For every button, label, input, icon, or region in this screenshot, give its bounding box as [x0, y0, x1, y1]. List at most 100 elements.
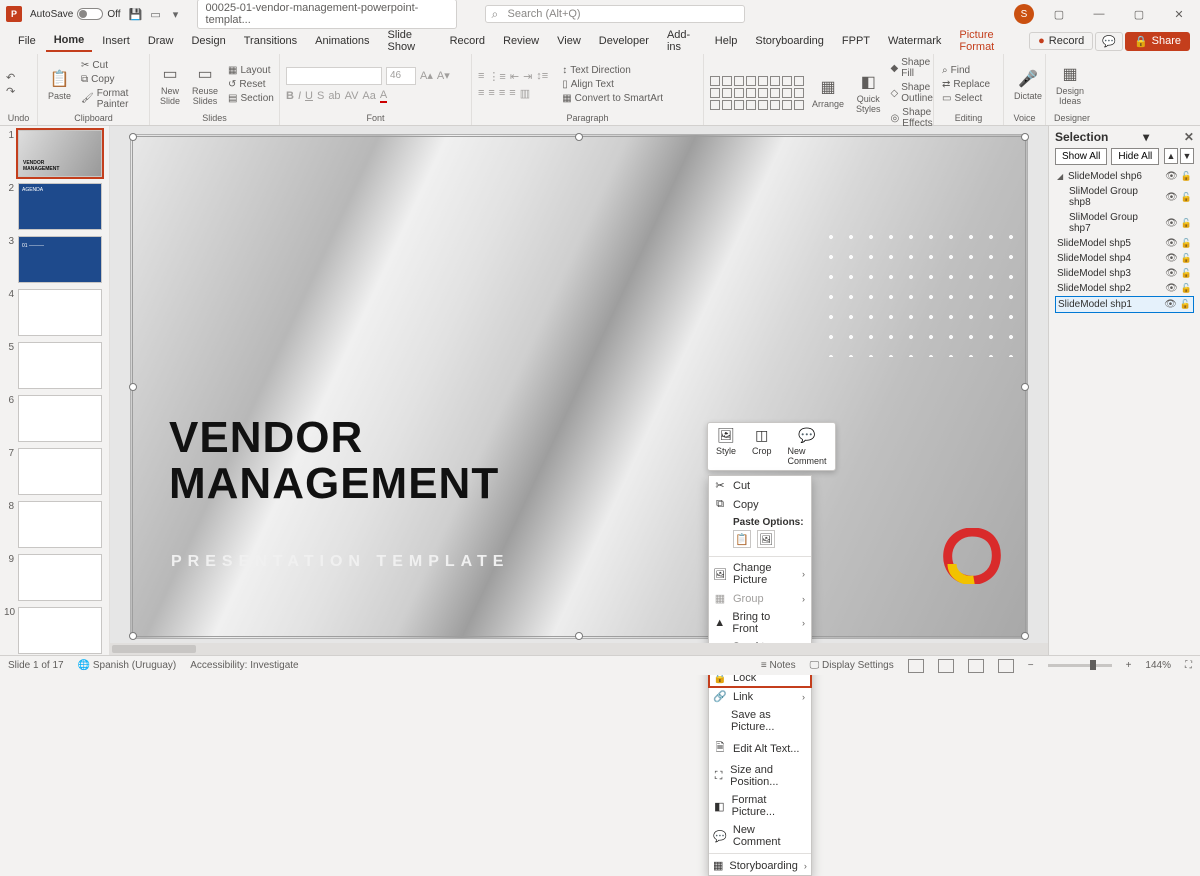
display-settings-button[interactable]: 🖵 Display Settings [810, 660, 894, 671]
lock-icon[interactable]: 🔓 [1181, 218, 1192, 229]
ctx-new-comment[interactable]: 💬New Comment [709, 821, 811, 851]
paste-picture-icon[interactable]: 🖼 [757, 530, 775, 548]
share-button[interactable]: 🔒Share [1125, 32, 1190, 51]
sorter-view-icon[interactable] [938, 659, 954, 673]
lock-icon[interactable]: 🔓 [1181, 192, 1192, 203]
tab-developer[interactable]: Developer [591, 31, 657, 51]
select-button[interactable]: ▭Select [940, 92, 992, 105]
paste-keep-formatting-icon[interactable]: 📋 [733, 530, 751, 548]
accessibility-status[interactable]: Accessibility: Investigate [190, 660, 298, 671]
italic-icon[interactable]: I [298, 90, 301, 102]
maximize-icon[interactable]: ▢ [1124, 8, 1154, 21]
design-ideas-button[interactable]: ▦Design Ideas [1052, 62, 1088, 108]
columns-icon[interactable]: ▥ [520, 87, 530, 100]
copy-button[interactable]: ⧉Copy [79, 73, 143, 86]
underline-icon[interactable]: U [305, 90, 313, 102]
bullets-icon[interactable]: ≡ [478, 70, 484, 82]
search-input[interactable]: Search (Alt+Q) [485, 5, 745, 23]
format-painter-button[interactable]: 🖌Format Painter [79, 87, 143, 111]
visibility-icon[interactable]: 👁 [1165, 283, 1178, 294]
numbering-icon[interactable]: ⋮≡ [488, 70, 505, 83]
thumbnail-10[interactable] [18, 607, 102, 654]
dictate-button[interactable]: 🎤Dictate [1010, 67, 1046, 103]
lock-icon[interactable]: 🔓 [1181, 268, 1192, 279]
tab-animations[interactable]: Animations [307, 31, 377, 51]
selection-item[interactable]: SlideModel shp1👁🔓 [1055, 296, 1194, 313]
close-pane-icon[interactable]: ✕ [1184, 130, 1194, 144]
reuse-slides-button[interactable]: ▭Reuse Slides [188, 62, 222, 108]
ctx-storyboarding[interactable]: ▦Storyboarding› [709, 856, 811, 875]
ctx-cut[interactable]: ✂Cut [709, 476, 811, 495]
selection-item[interactable]: SliModel Group shp7👁🔓 [1055, 210, 1194, 236]
ctx-edit-alt-text[interactable]: 🗎Edit Alt Text... [709, 736, 811, 761]
fit-to-window-icon[interactable]: ⛶ [1185, 660, 1192, 671]
quick-styles-button[interactable]: ◧Quick Styles [852, 70, 885, 116]
cut-button[interactable]: ✂Cut [79, 59, 143, 72]
visibility-icon[interactable]: 👁 [1165, 253, 1178, 264]
font-color-icon[interactable]: A [380, 89, 387, 103]
tab-transitions[interactable]: Transitions [236, 31, 305, 51]
thumbnail-2[interactable]: AGENDA [18, 183, 102, 230]
smartart-button[interactable]: ▦Convert to SmartArt [560, 92, 665, 105]
thumbnail-6[interactable] [18, 395, 102, 442]
paste-button[interactable]: 📋Paste [44, 67, 75, 103]
thumbnail-3[interactable]: 01 ——— [18, 236, 102, 283]
visibility-icon[interactable]: 👁 [1165, 192, 1178, 203]
tab-record[interactable]: Record [442, 31, 493, 51]
selection-item[interactable]: SlideModel shp2👁🔓 [1055, 281, 1194, 296]
new-slide-button[interactable]: ▭New Slide [156, 62, 184, 108]
selection-item[interactable]: SlideModel shp5👁🔓 [1055, 236, 1194, 251]
justify-icon[interactable]: ≡ [509, 87, 515, 99]
visibility-icon[interactable]: 👁 [1164, 299, 1177, 310]
ctx-save-as-picture[interactable]: Save as Picture... [709, 706, 811, 736]
align-center-icon[interactable]: ≡ [488, 87, 494, 99]
decrease-font-icon[interactable]: A▾ [437, 69, 450, 82]
shadow-icon[interactable]: ab [328, 90, 340, 102]
comments-button[interactable]: 💬 [1095, 32, 1123, 51]
line-spacing-icon[interactable]: ↕≡ [536, 70, 548, 82]
thumbnail-4[interactable] [18, 289, 102, 336]
redo-icon[interactable]: ↷ [6, 85, 15, 98]
record-button[interactable]: ●Record [1029, 32, 1093, 50]
save-icon[interactable]: 💾 [129, 7, 143, 21]
move-down-icon[interactable]: ▼ [1180, 148, 1194, 164]
ctx-change-picture[interactable]: 🖼Change Picture› [709, 559, 811, 589]
align-left-icon[interactable]: ≡ [478, 87, 484, 99]
tab-picture-format[interactable]: Picture Format [951, 25, 1025, 57]
language-status[interactable]: 🌐 Spanish (Uruguay) [78, 660, 177, 671]
tab-addins[interactable]: Add-ins [659, 25, 705, 57]
indent-inc-icon[interactable]: ⇥ [523, 70, 532, 83]
export-icon[interactable]: ▭ [149, 7, 163, 21]
reading-view-icon[interactable] [968, 659, 984, 673]
shape-outline-button[interactable]: ◇Shape Outline [889, 81, 935, 105]
zoom-level[interactable]: 144% [1145, 660, 1171, 671]
minimize-icon[interactable]: — [1084, 8, 1114, 20]
lock-icon[interactable]: 🔓 [1181, 283, 1192, 294]
align-right-icon[interactable]: ≡ [499, 87, 505, 99]
tab-home[interactable]: Home [46, 30, 93, 52]
lock-icon[interactable]: 🔓 [1181, 238, 1192, 249]
ctx-bring-front[interactable]: ▲Bring to Front› [709, 608, 811, 638]
increase-font-icon[interactable]: A▴ [420, 69, 433, 82]
tab-design[interactable]: Design [183, 31, 233, 51]
selection-item[interactable]: SlideModel shp4👁🔓 [1055, 251, 1194, 266]
more-icon[interactable]: ▾ [169, 7, 183, 21]
selection-item[interactable]: SlideModel shp3👁🔓 [1055, 266, 1194, 281]
thumbnail-5[interactable] [18, 342, 102, 389]
slide[interactable]: VENDOR MANAGEMENT PRESENTATION TEMPLATE [130, 134, 1028, 639]
thumbnail-7[interactable] [18, 448, 102, 495]
tab-review[interactable]: Review [495, 31, 547, 51]
font-name-input[interactable] [286, 67, 382, 85]
lock-icon[interactable]: 🔓 [1181, 253, 1192, 264]
ctx-format-picture[interactable]: ◧Format Picture... [709, 791, 811, 821]
hide-all-button[interactable]: Hide All [1111, 148, 1159, 165]
ctx-size-position[interactable]: ⛶Size and Position... [709, 761, 811, 791]
ctx-link[interactable]: 🔗Link› [709, 687, 811, 706]
thumbnail-1[interactable]: VENDORMANAGEMENT [18, 130, 102, 177]
visibility-icon[interactable]: 👁 [1165, 268, 1178, 279]
mini-new-comment-button[interactable]: 💬New Comment [780, 423, 835, 470]
find-button[interactable]: ⌕Find [940, 64, 992, 77]
tab-fppt[interactable]: FPPT [834, 31, 878, 51]
font-size-input[interactable]: 46 [386, 67, 416, 85]
slide-canvas-area[interactable]: VENDOR MANAGEMENT PRESENTATION TEMPLATE … [110, 126, 1048, 655]
